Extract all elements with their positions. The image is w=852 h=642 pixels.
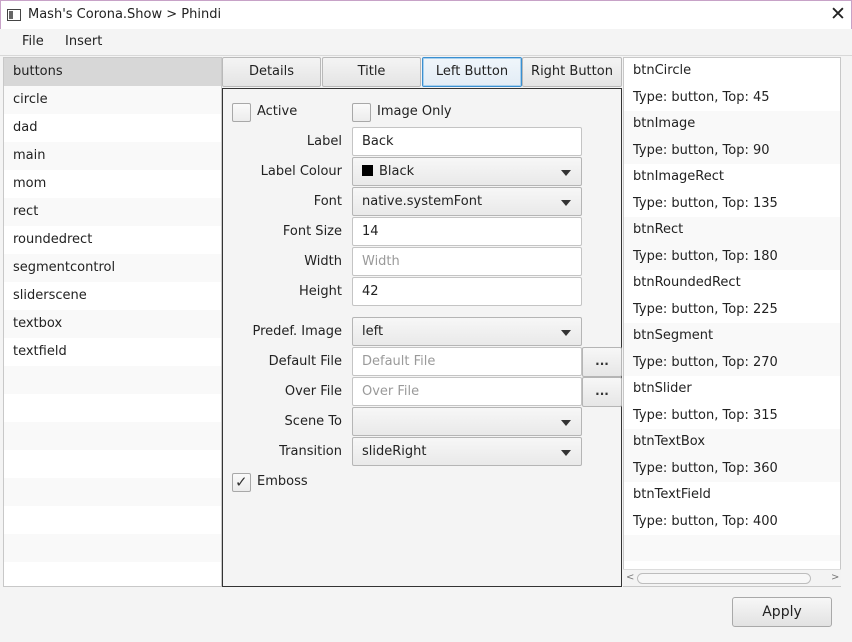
object-info[interactable]: Type: button, Top: 400 — [624, 509, 840, 536]
object-name[interactable]: btnImageRect — [624, 164, 840, 191]
label-field-label: Label — [306, 134, 342, 149]
tab-details[interactable]: Details — [222, 57, 321, 87]
list-item — [4, 562, 221, 586]
font-select[interactable]: native.systemFont — [352, 187, 582, 216]
object-info[interactable]: Type: button, Top: 180 — [624, 243, 840, 270]
predef-image-value: left — [362, 324, 384, 339]
font-size-input[interactable] — [352, 217, 582, 246]
tab-title[interactable]: Title — [322, 57, 421, 87]
scene-item-roundedrect[interactable]: roundedrect — [4, 226, 221, 254]
scene-item-textfield[interactable]: textfield — [4, 338, 221, 366]
scroll-right-icon[interactable]: > — [831, 572, 839, 583]
list-item — [4, 478, 221, 506]
tab-left-button[interactable]: Left Button — [422, 57, 522, 87]
chevron-down-icon — [561, 330, 571, 336]
scene-item-buttons[interactable]: buttons — [4, 58, 221, 86]
scene-item-rect[interactable]: rect — [4, 198, 221, 226]
font-value: native.systemFont — [362, 194, 483, 209]
app-icon — [7, 9, 21, 21]
list-item — [4, 422, 221, 450]
height-input[interactable] — [352, 277, 582, 306]
image-only-checkbox[interactable] — [352, 103, 371, 122]
object-name[interactable]: btnSlider — [624, 376, 840, 403]
object-list[interactable]: btnCircle Type: button, Top: 45 btnImage… — [623, 57, 841, 587]
object-info[interactable]: Type: button, Top: 270 — [624, 349, 840, 376]
list-item — [4, 506, 221, 534]
transition-select[interactable]: slideRight — [352, 437, 582, 466]
list-item — [4, 534, 221, 562]
object-info[interactable]: Type: button, Top: 90 — [624, 137, 840, 164]
object-name[interactable]: btnImage — [624, 111, 840, 138]
object-name[interactable]: btnSegment — [624, 323, 840, 350]
object-info[interactable]: Type: button, Top: 360 — [624, 455, 840, 482]
chevron-down-icon — [561, 420, 571, 426]
predef-image-label: Predef. Image — [252, 324, 342, 339]
close-icon[interactable]: ✕ — [827, 3, 849, 25]
scrollbar-thumb[interactable] — [637, 573, 811, 584]
emboss-checkbox[interactable]: ✓ — [232, 473, 251, 492]
scene-item-segmentcontrol[interactable]: segmentcontrol — [4, 254, 221, 282]
title-bar: Mash's Corona.Show > Phindi ✕ — [0, 0, 852, 29]
list-item — [624, 535, 840, 561]
chevron-down-icon — [561, 450, 571, 456]
over-file-browse-button[interactable]: ... — [582, 377, 622, 407]
scene-item-mom[interactable]: mom — [4, 170, 221, 198]
menu-bar: File Insert — [0, 29, 852, 56]
object-info[interactable]: Type: button, Top: 135 — [624, 191, 840, 218]
chevron-down-icon — [561, 170, 571, 176]
list-item — [4, 394, 221, 422]
transition-label: Transition — [279, 444, 342, 459]
default-file-browse-button[interactable]: ... — [582, 347, 622, 377]
scene-to-label: Scene To — [284, 414, 342, 429]
object-name[interactable]: btnRect — [624, 217, 840, 244]
label-colour-value: Black — [379, 164, 415, 179]
over-file-label: Over File — [284, 384, 342, 399]
emboss-label: Emboss — [257, 474, 308, 489]
object-name[interactable]: btnCircle — [624, 58, 840, 85]
list-item — [4, 366, 221, 394]
label-colour-select[interactable]: Black — [352, 157, 582, 186]
active-label: Active — [257, 104, 298, 119]
chevron-down-icon — [561, 200, 571, 206]
scene-item-dad[interactable]: dad — [4, 114, 221, 142]
label-colour-label: Label Colour — [260, 164, 342, 179]
scene-item-sliderscene[interactable]: sliderscene — [4, 282, 221, 310]
scene-item-main[interactable]: main — [4, 142, 221, 170]
font-label: Font — [313, 194, 342, 209]
window-title: Mash's Corona.Show > Phindi — [28, 7, 222, 22]
apply-button[interactable]: Apply — [732, 597, 832, 627]
tab-right-button[interactable]: Right Button — [522, 57, 622, 87]
object-name[interactable]: btnTextBox — [624, 429, 840, 456]
object-name[interactable]: btnTextField — [624, 482, 840, 509]
menu-insert[interactable]: Insert — [65, 34, 102, 49]
image-only-label: Image Only — [377, 104, 452, 119]
checkmark-icon: ✓ — [235, 473, 248, 491]
menu-file[interactable]: File — [22, 34, 44, 49]
scene-item-textbox[interactable]: textbox — [4, 310, 221, 338]
over-file-input[interactable] — [352, 377, 582, 406]
colour-swatch — [362, 165, 373, 176]
active-checkbox[interactable] — [232, 103, 251, 122]
width-label: Width — [304, 254, 342, 269]
predef-image-select[interactable]: left — [352, 317, 582, 346]
default-file-input[interactable] — [352, 347, 582, 376]
list-item — [4, 450, 221, 478]
scene-item-circle[interactable]: circle — [4, 86, 221, 114]
scene-list[interactable]: buttons circle dad main mom rect rounded… — [3, 57, 222, 587]
object-info[interactable]: Type: button, Top: 225 — [624, 297, 840, 324]
font-size-label: Font Size — [282, 224, 342, 239]
width-input[interactable] — [352, 247, 582, 276]
transition-value: slideRight — [362, 444, 427, 459]
object-info[interactable]: Type: button, Top: 315 — [624, 403, 840, 430]
label-input[interactable] — [352, 127, 582, 156]
height-label: Height — [299, 284, 342, 299]
object-info[interactable]: Type: button, Top: 45 — [624, 85, 840, 112]
default-file-label: Default File — [268, 354, 342, 369]
scene-to-select[interactable] — [352, 407, 582, 436]
scroll-left-icon[interactable]: < — [626, 572, 634, 583]
horizontal-scrollbar[interactable]: < > — [623, 569, 841, 586]
object-name[interactable]: btnRoundedRect — [624, 270, 840, 297]
